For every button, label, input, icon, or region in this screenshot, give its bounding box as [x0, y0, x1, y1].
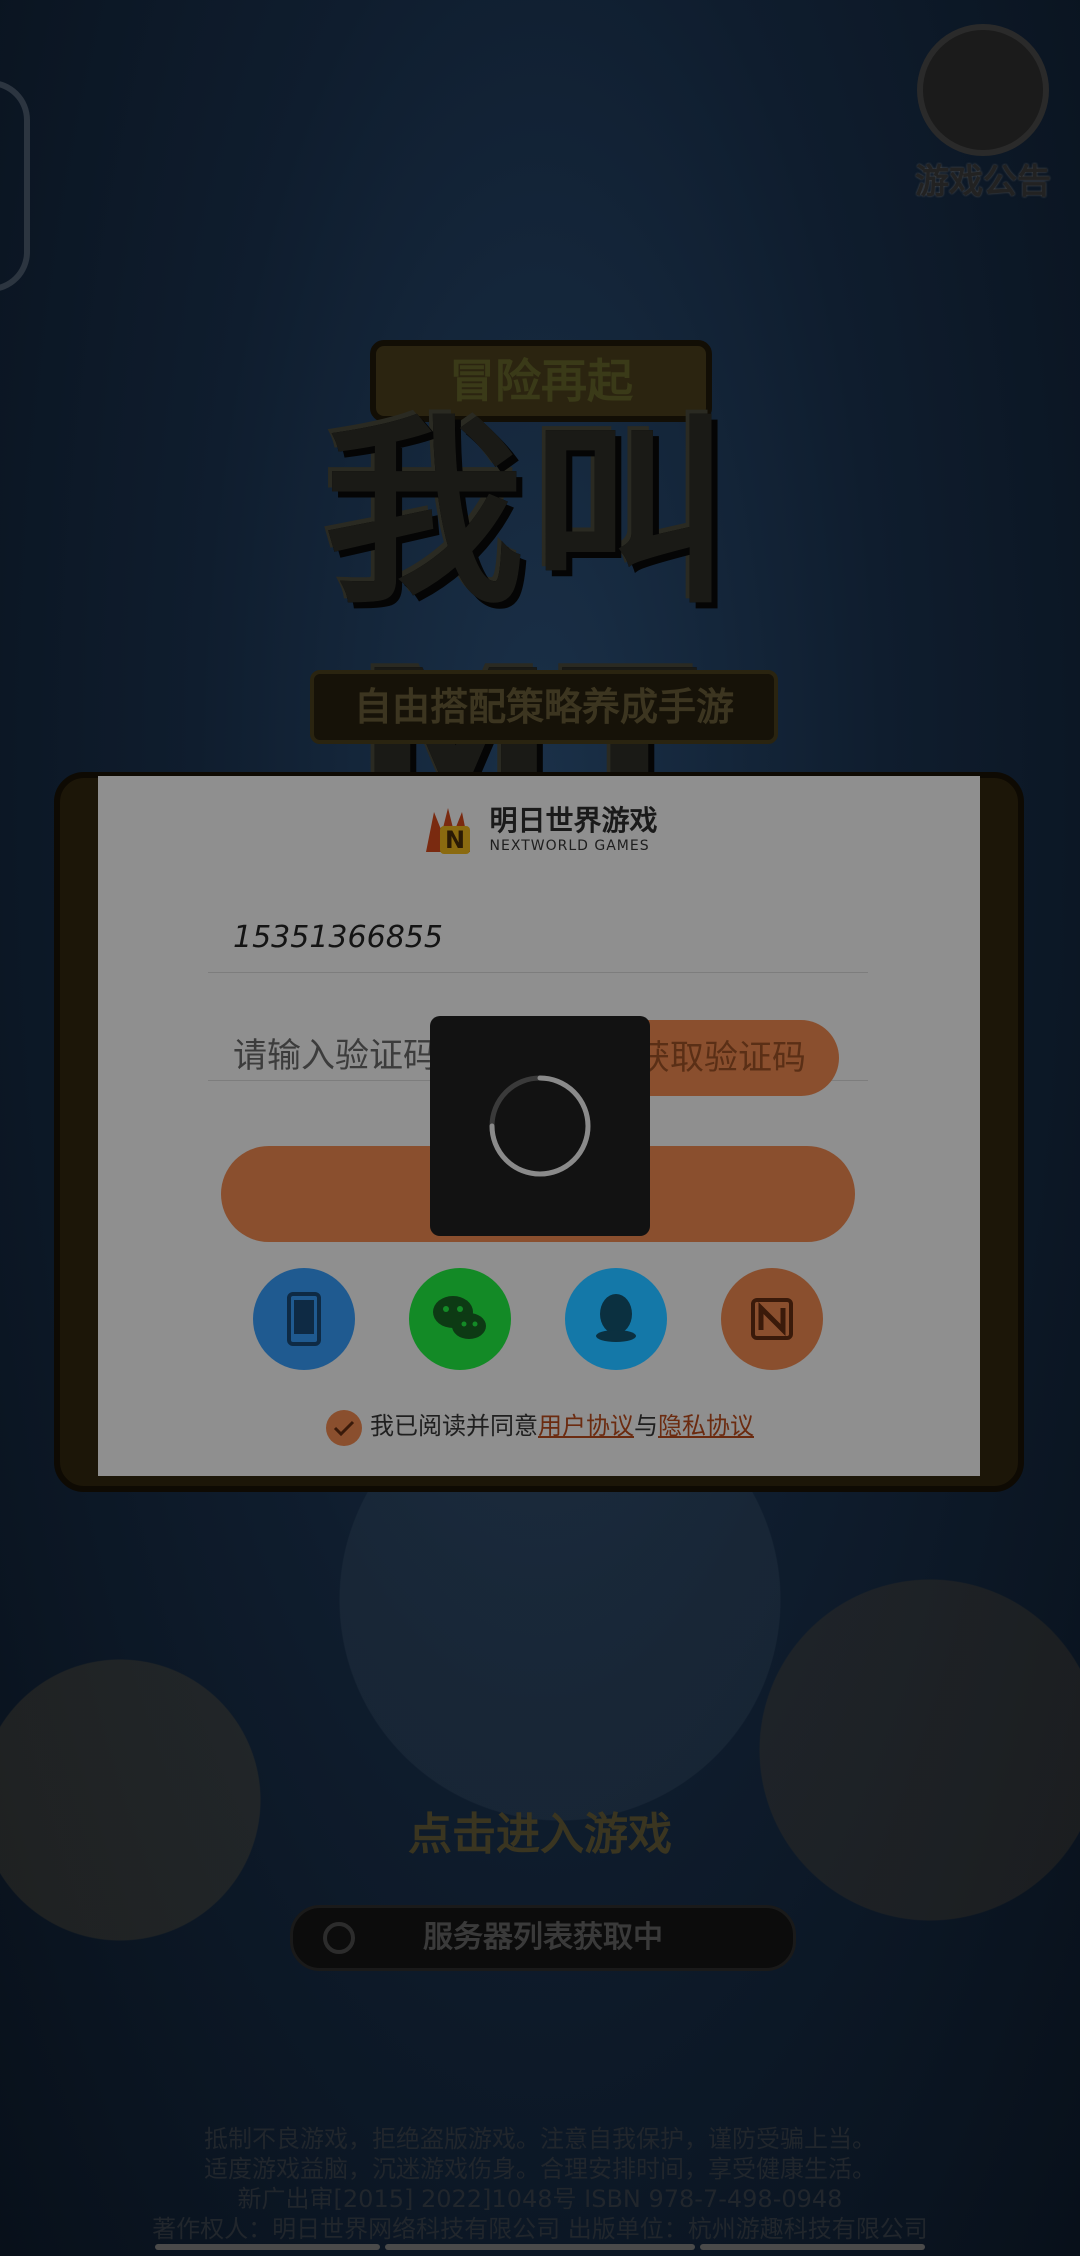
- agreement-row: 我已阅读并同意用户协议与隐私协议: [326, 1406, 754, 1446]
- wechat-login-button[interactable]: [409, 1268, 511, 1370]
- phone-field[interactable]: 15351366855: [208, 906, 868, 973]
- server-search-icon: [323, 1922, 355, 1954]
- nextworld-icon: [751, 1298, 793, 1340]
- footer-legal: 抵制不良游戏，拒绝盗版游戏。注意自我保护，谨防受骗上当。 适度游戏益脑，沉迷游戏…: [40, 2124, 1040, 2244]
- brand-name-en: NEXTWORLD GAMES: [489, 838, 650, 854]
- footer-line: 适度游戏益脑，沉迷游戏伤身。合理安排时间，享受健康生活。: [204, 2155, 876, 2183]
- nextworld-logo-icon: N: [420, 802, 476, 858]
- server-status-bar[interactable]: 服务器列表获取中: [290, 1905, 796, 1971]
- game-logo: 我叫MT: [323, 398, 736, 861]
- footer-line: 著作权人：明日世界网络科技有限公司 出版单位：杭州游趣科技有限公司: [152, 2215, 928, 2243]
- enter-game-label[interactable]: 点击进入游戏: [280, 1800, 800, 1870]
- qq-icon: [596, 1294, 636, 1342]
- notice-button[interactable]: 游戏公告: [908, 24, 1058, 202]
- home-indicator-segment: [385, 2244, 695, 2250]
- spinner-icon: [489, 1075, 591, 1177]
- server-status-text: 服务器列表获取中: [423, 1920, 663, 1955]
- brand-header: N 明日世界游戏 NEXTWORLD GAMES: [98, 802, 980, 862]
- nextworld-login-button[interactable]: [721, 1268, 823, 1370]
- code-placeholder: 请输入验证码: [233, 1036, 437, 1076]
- home-indicator-segment: [155, 2244, 380, 2250]
- privacy-agreement-link[interactable]: 隐私协议: [658, 1412, 754, 1440]
- logo-tagline-sub: 自由搭配策略养成手游: [310, 670, 778, 744]
- footer-line: 抵制不良游戏，拒绝盗版游戏。注意自我保护，谨防受骗上当。: [204, 2125, 876, 2153]
- phone-value: 15351366855: [233, 920, 443, 955]
- back-button-frame[interactable]: [0, 80, 30, 292]
- phone-login-button[interactable]: [253, 1268, 355, 1370]
- svg-text:N: N: [445, 826, 465, 854]
- home-indicator-segment: [700, 2244, 925, 2250]
- check-icon: [333, 1420, 355, 1436]
- agree-and: 与: [634, 1412, 658, 1440]
- agree-prefix: 我已阅读并同意: [370, 1412, 538, 1440]
- user-agreement-link[interactable]: 用户协议: [538, 1412, 634, 1440]
- agree-checkbox[interactable]: [326, 1409, 362, 1446]
- brand-name-cn: 明日世界游戏: [489, 804, 658, 837]
- notice-icon: [917, 24, 1049, 156]
- footer-line: 新广出审[2015] 2022]1048号 ISBN 978-7-498-094…: [237, 2185, 843, 2213]
- notice-label: 游戏公告: [915, 162, 1051, 202]
- qq-login-button[interactable]: [565, 1268, 667, 1370]
- wechat-icon: [433, 1296, 486, 1339]
- phone-icon: [287, 1292, 321, 1346]
- loading-overlay: [430, 1016, 650, 1236]
